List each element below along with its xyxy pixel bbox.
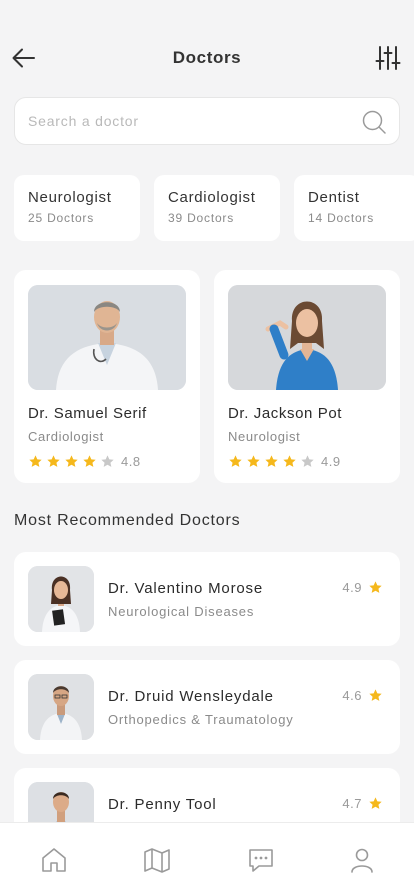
star-icon bbox=[368, 796, 383, 811]
nav-map[interactable] bbox=[142, 845, 172, 875]
rating-value: 4.7 bbox=[342, 796, 362, 811]
doctor-specialty: Orthopedics & Traumatology bbox=[108, 712, 294, 727]
doctor-photo bbox=[28, 566, 94, 632]
featured-doctor-card[interactable]: Dr. Samuel Serif Cardiologist 4.8 bbox=[14, 270, 200, 483]
search-input[interactable] bbox=[28, 98, 358, 144]
user-icon bbox=[351, 848, 373, 873]
map-icon bbox=[144, 848, 170, 873]
star-icon bbox=[46, 454, 61, 469]
section-title: Most Recommended Doctors bbox=[14, 512, 241, 529]
doctor-photo bbox=[28, 674, 94, 740]
doctor-rating: 4.6 bbox=[342, 688, 386, 703]
doctor-rating: 4.9 bbox=[342, 580, 386, 595]
category-count: 14 Doctors bbox=[308, 211, 375, 225]
doctor-rating: 4.7 bbox=[342, 796, 386, 811]
home-icon bbox=[42, 848, 66, 872]
star-icon bbox=[300, 454, 315, 469]
doctor-photo bbox=[228, 285, 386, 390]
chat-icon bbox=[249, 849, 273, 872]
star-icon bbox=[368, 688, 383, 703]
category-list: Neurologist 25 Doctors Cardiologist 39 D… bbox=[14, 175, 414, 241]
category-cardiologist[interactable]: Cardiologist 39 Doctors bbox=[154, 175, 280, 241]
page-title: Doctors bbox=[172, 48, 242, 67]
doctor-name: Dr. Penny Tool bbox=[108, 796, 217, 813]
rating-value: 4.8 bbox=[121, 454, 141, 469]
nav-home[interactable] bbox=[39, 845, 69, 875]
doctor-name: Dr. Druid Wensleydale bbox=[108, 688, 274, 705]
doctor-photo bbox=[28, 285, 186, 390]
doctor-rating: 4.8 bbox=[28, 454, 186, 469]
filter-button[interactable] bbox=[374, 44, 402, 72]
doctor-name: Dr. Samuel Serif bbox=[28, 405, 147, 422]
star-icon bbox=[264, 454, 279, 469]
list-item[interactable]: Dr. Valentino Morose Neurological Diseas… bbox=[14, 552, 400, 646]
category-name: Neurologist bbox=[28, 189, 112, 206]
star-icon bbox=[282, 454, 297, 469]
nav-messages[interactable] bbox=[246, 845, 276, 875]
category-dentist[interactable]: Dentist 14 Doctors bbox=[294, 175, 414, 241]
doctor-name: Dr. Jackson Pot bbox=[228, 405, 343, 422]
doctor-name: Dr. Valentino Morose bbox=[108, 580, 263, 597]
star-icon bbox=[368, 580, 383, 595]
star-icon bbox=[28, 454, 43, 469]
category-name: Dentist bbox=[308, 189, 360, 206]
rating-value: 4.6 bbox=[342, 688, 362, 703]
nav-profile[interactable] bbox=[347, 845, 377, 875]
bottom-nav bbox=[0, 822, 414, 896]
rating-value: 4.9 bbox=[342, 580, 362, 595]
category-count: 39 Doctors bbox=[168, 211, 235, 225]
list-item[interactable]: Dr. Druid Wensleydale Orthopedics & Trau… bbox=[14, 660, 400, 754]
header: Doctors bbox=[0, 0, 414, 100]
star-icon bbox=[64, 454, 79, 469]
doctor-rating: 4.9 bbox=[228, 454, 386, 469]
category-name: Cardiologist bbox=[168, 189, 256, 206]
sliders-icon bbox=[375, 46, 401, 70]
doctor-specialty: Neurological Diseases bbox=[108, 604, 255, 619]
search-icon[interactable] bbox=[361, 109, 387, 135]
star-icon bbox=[82, 454, 97, 469]
rating-value: 4.9 bbox=[321, 454, 341, 469]
star-icon bbox=[246, 454, 261, 469]
featured-doctor-card[interactable]: Dr. Jackson Pot Neurologist 4.9 bbox=[214, 270, 400, 483]
category-neurologist[interactable]: Neurologist 25 Doctors bbox=[14, 175, 140, 241]
doctor-specialty: Neurologist bbox=[228, 429, 301, 444]
search-box bbox=[14, 97, 400, 145]
doctor-specialty: Cardiologist bbox=[28, 429, 104, 444]
star-icon bbox=[228, 454, 243, 469]
star-icon bbox=[100, 454, 115, 469]
category-count: 25 Doctors bbox=[28, 211, 95, 225]
